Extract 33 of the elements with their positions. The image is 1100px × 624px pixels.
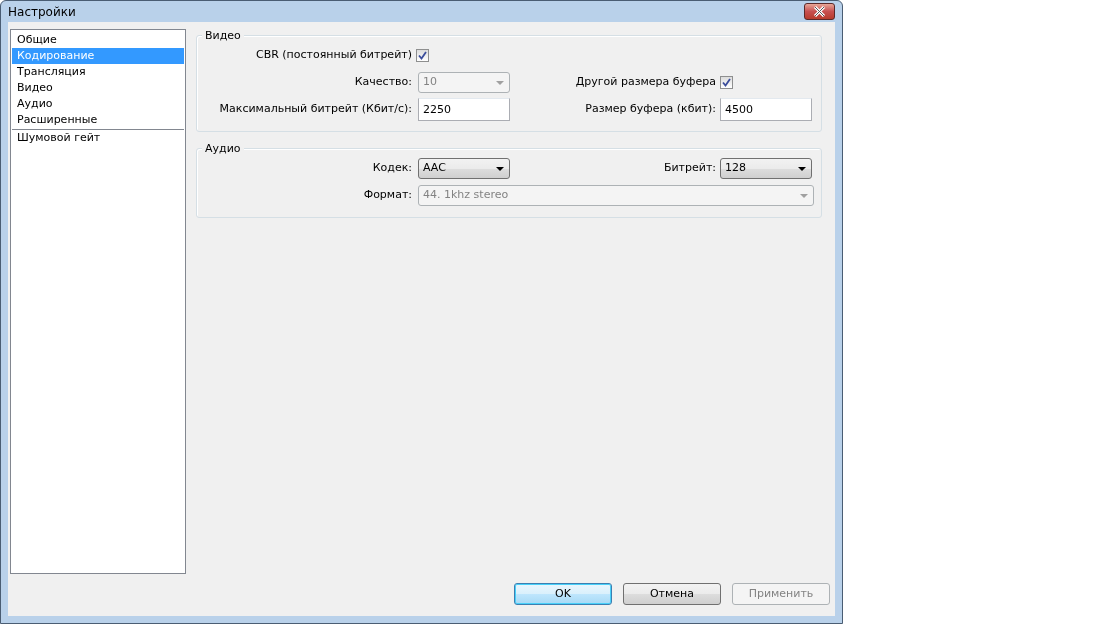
field-label: Другой размера буфера <box>574 74 716 91</box>
sidebar-item[interactable]: Расширенные <box>12 112 184 128</box>
checkbox[interactable] <box>416 49 429 62</box>
dropdown[interactable]: 128 <box>720 158 812 179</box>
dropdown-arrow-icon <box>496 80 504 85</box>
text-field[interactable]: 4500 <box>720 98 812 121</box>
dropdown-value: 10 <box>423 74 437 91</box>
field-label: CBR (постоянный битрейт) <box>254 47 412 64</box>
field-label: Формат: <box>362 187 412 204</box>
sidebar-item[interactable]: Общие <box>12 32 184 48</box>
dialog-button[interactable]: Отмена <box>623 583 721 605</box>
field-label: Размер буфера (кбит): <box>584 101 716 118</box>
sidebar-item[interactable]: Шумовой гейт <box>12 130 184 146</box>
checkbox[interactable] <box>720 76 733 89</box>
dropdown-arrow-icon <box>798 166 806 171</box>
close-button[interactable] <box>804 3 835 20</box>
field-label: Кодек: <box>371 160 412 177</box>
dialog-button[interactable]: OK <box>514 583 612 605</box>
dropdown-arrow-icon <box>496 166 504 171</box>
field-label: Максимальный битрейт (Кбит/с): <box>218 101 412 118</box>
dropdown-value: 44. 1khz stereo <box>423 187 509 204</box>
sidebar-item[interactable]: Видео <box>12 80 184 96</box>
close-icon <box>813 6 826 17</box>
sidebar-item[interactable]: Аудио <box>12 96 184 112</box>
field-label: Битрейт: <box>662 160 716 177</box>
field-label: Качество: <box>353 74 412 91</box>
text-field[interactable]: 2250 <box>418 98 510 121</box>
dropdown[interactable]: AAC <box>418 158 510 179</box>
dropdown-arrow-icon <box>800 193 808 198</box>
dropdown-value: 128 <box>725 160 746 177</box>
dropdown-value: AAC <box>423 160 446 177</box>
window-title: Настройки <box>8 3 76 21</box>
sidebar-item[interactable]: Трансляция <box>12 64 184 80</box>
